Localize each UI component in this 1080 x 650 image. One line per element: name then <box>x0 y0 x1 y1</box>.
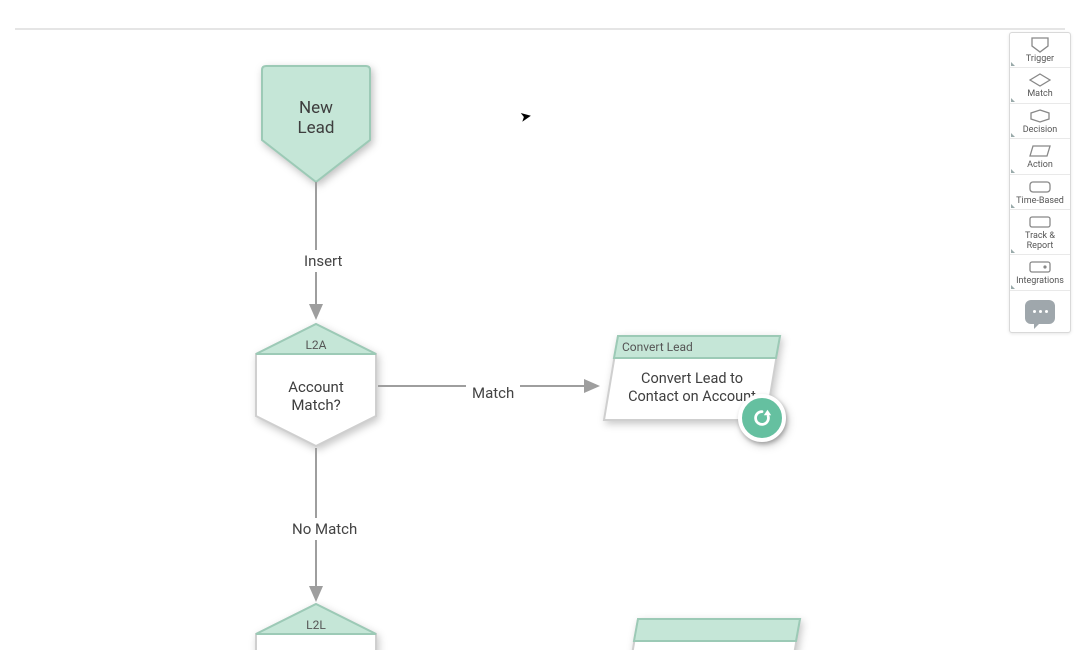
palette-label: Track & Report <box>1010 232 1070 251</box>
edge-insert-label: Insert <box>298 250 348 272</box>
trackreport-icon <box>1010 214 1070 230</box>
palette-label: Integrations <box>1010 277 1070 286</box>
shape-palette: Trigger Match Decision Action Time-Based… <box>1009 32 1071 333</box>
palette-item-trackreport[interactable]: Track & Report <box>1010 210 1070 255</box>
palette-label: Time-Based <box>1010 197 1070 206</box>
trigger-label: New Lead <box>256 98 376 139</box>
decision-icon <box>1010 108 1070 124</box>
edge-no-match-label: No Match <box>286 518 363 540</box>
node-action-partial[interactable] <box>620 615 804 650</box>
match-icon <box>1010 72 1070 88</box>
node-decision-l2l[interactable]: L2L <box>252 600 380 650</box>
palette-item-trigger[interactable]: Trigger <box>1010 33 1070 68</box>
trigger-icon <box>1010 37 1070 53</box>
decision-label: Account Match? <box>252 378 380 414</box>
action-tag: Convert Lead <box>622 340 693 354</box>
decision-tag: L2A <box>252 338 380 352</box>
decision2-tag: L2L <box>252 618 380 632</box>
refresh-badge-icon <box>738 394 786 442</box>
palette-label: Trigger <box>1010 55 1070 64</box>
palette-item-decision[interactable]: Decision <box>1010 104 1070 139</box>
palette-item-match[interactable]: Match <box>1010 68 1070 103</box>
palette-item-integrations[interactable]: Integrations <box>1010 255 1070 290</box>
edge-match-label: Match <box>466 382 520 404</box>
integrations-icon <box>1010 259 1070 275</box>
palette-item-timebased[interactable]: Time-Based <box>1010 175 1070 210</box>
palette-label: Match <box>1010 90 1070 99</box>
chat-icon <box>1025 300 1055 324</box>
palette-item-action[interactable]: Action <box>1010 139 1070 174</box>
action2-shape <box>620 615 804 650</box>
flow-canvas[interactable]: New Lead Insert L2A Account Match? Match… <box>0 0 1080 650</box>
palette-label: Action <box>1010 161 1070 170</box>
palette-label: Decision <box>1010 126 1070 135</box>
cursor-icon: ➤ <box>519 108 533 126</box>
action-icon <box>1010 143 1070 159</box>
node-trigger-new-lead[interactable]: New Lead <box>256 60 376 186</box>
node-action-convert-lead[interactable]: Convert Lead Convert Lead to Contact on … <box>600 332 784 424</box>
timebased-icon <box>1010 179 1070 195</box>
palette-item-chat[interactable] <box>1010 291 1070 332</box>
node-decision-account-match[interactable]: L2A Account Match? <box>252 320 380 450</box>
